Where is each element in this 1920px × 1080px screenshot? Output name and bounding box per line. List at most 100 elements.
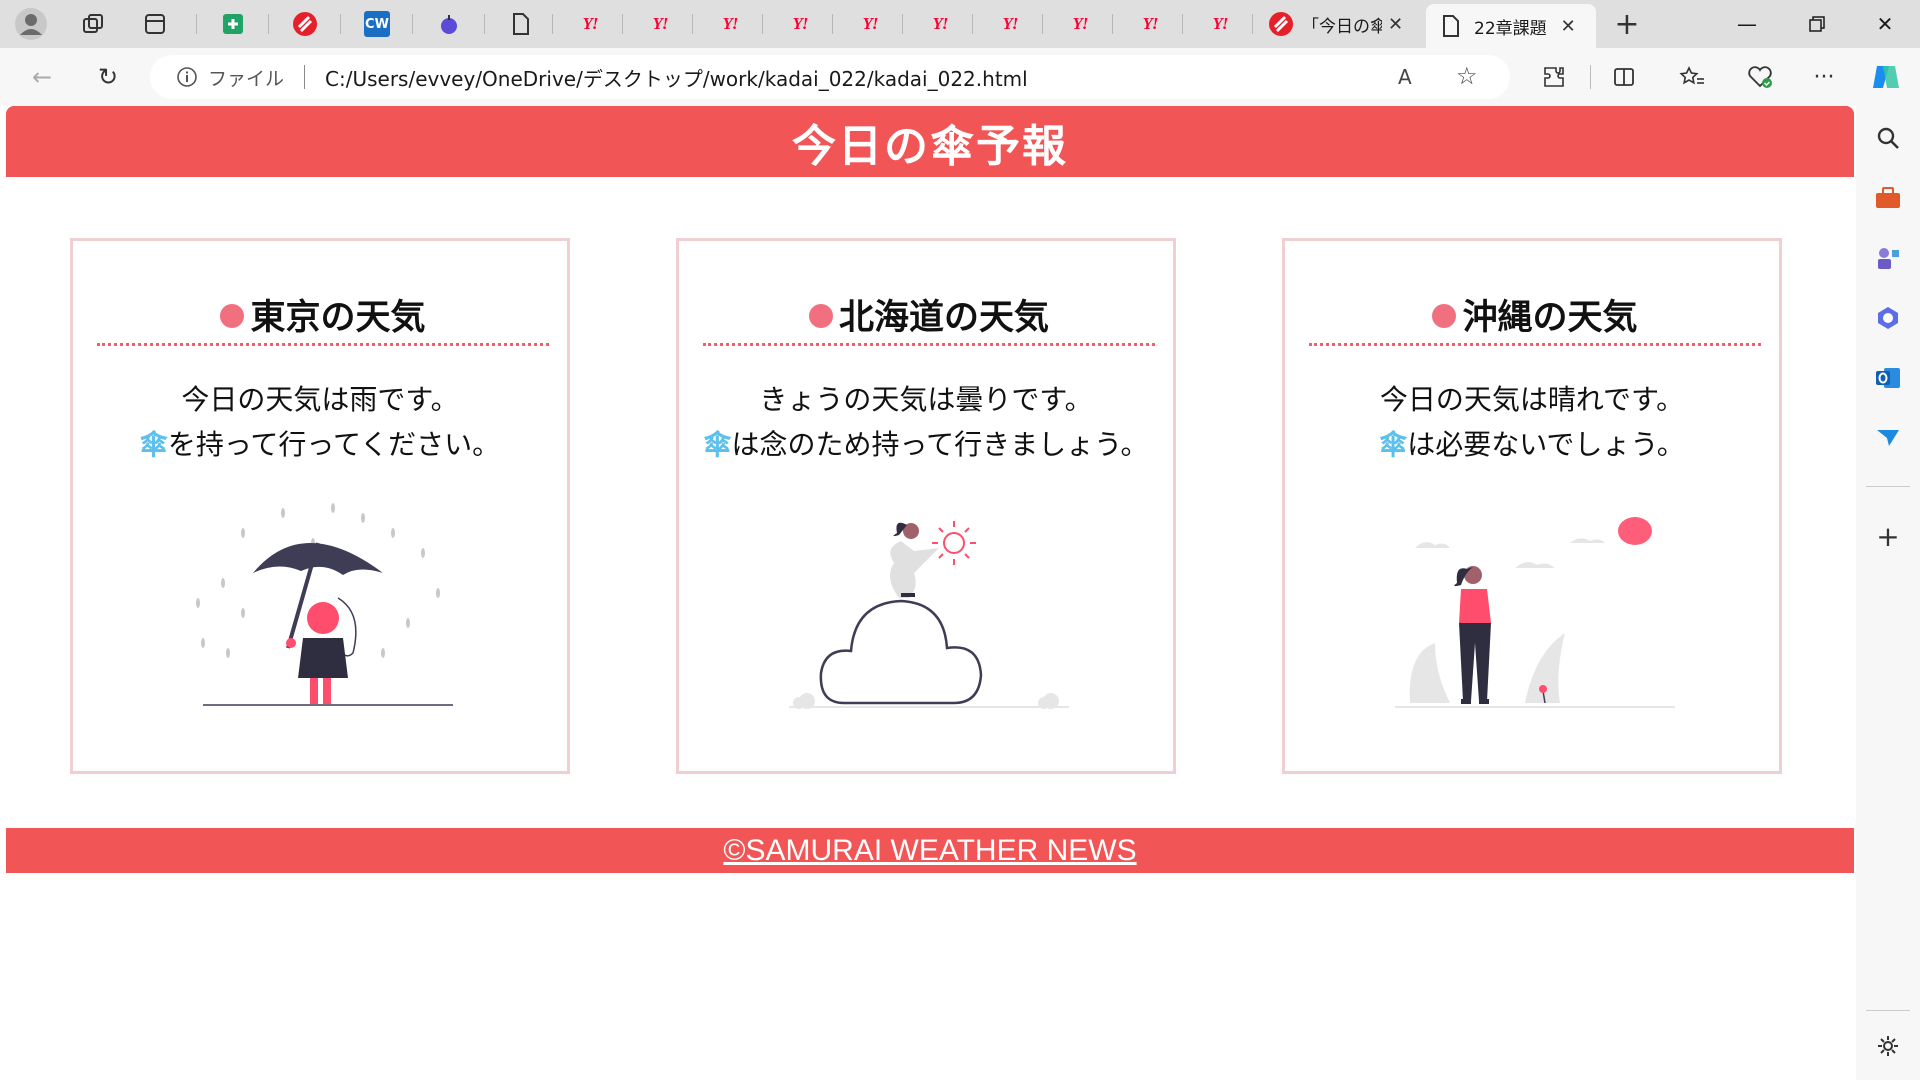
apple-icon <box>441 15 457 34</box>
umbrella-advice: は念のため持って行きましょう。 <box>731 428 1149 461</box>
tab-yahoo[interactable]: Y! <box>840 4 900 44</box>
favorite-star-icon[interactable]: ☆ <box>1456 62 1478 90</box>
umbrella-line: 傘は念のため持って行きましょう。 <box>679 422 1173 467</box>
footer-copyright-link[interactable]: ©SAMURAI WEATHER NEWS <box>723 834 1136 868</box>
tools-icon[interactable] <box>1872 182 1904 214</box>
tab-yahoo[interactable]: Y! <box>700 4 760 44</box>
new-tab-icon[interactable]: + <box>1608 5 1646 43</box>
tab-title: 「今日の傘 <box>1302 16 1382 37</box>
file-icon <box>1443 15 1459 37</box>
tab-yahoo[interactable]: Y! <box>1120 4 1180 44</box>
sheets-icon <box>223 14 243 34</box>
send-icon[interactable] <box>1872 422 1904 454</box>
favorites-icon[interactable] <box>1672 57 1712 97</box>
dotted-divider <box>703 343 1155 346</box>
url-scheme-label: ファイル <box>208 67 285 90</box>
dotted-divider <box>97 343 549 346</box>
tab-active[interactable]: 22章課題 ✕ <box>1426 4 1596 48</box>
edge-sidebar: + <box>1856 106 1920 1080</box>
outlook-icon[interactable] <box>1872 362 1904 394</box>
tab-file[interactable] <box>492 4 550 44</box>
sidebar-settings-icon[interactable] <box>1872 1030 1904 1062</box>
umbrella-word: 傘 <box>703 428 732 461</box>
tab-actions-icon[interactable] <box>136 5 174 43</box>
url-text[interactable]: C:/Users/evvey/OneDrive/デスクトップ/work/kada… <box>325 63 1028 92</box>
umbrella-word: 傘 <box>1379 428 1408 461</box>
read-aloud-icon[interactable]: A <box>1398 65 1412 89</box>
refresh-icon[interactable]: ↻ <box>88 57 128 97</box>
umbrella-advice: は必要ないでしょう。 <box>1407 428 1685 461</box>
web-page: 今日の傘予報 東京の天気 今日の天気は雨です。 傘を持って行ってください。 北海… <box>6 106 1854 1076</box>
weather-card-okinawa: 沖縄の天気 今日の天気は晴れです。 傘は必要ないでしょう。 <box>1282 238 1782 774</box>
card-title-text: 沖縄の天気 <box>1462 298 1638 338</box>
bullet-dot-icon <box>220 304 245 328</box>
sunny-illustration <box>1395 517 1675 708</box>
info-icon[interactable] <box>176 66 198 88</box>
browser-essentials-icon[interactable] <box>1740 57 1780 97</box>
restore-icon[interactable] <box>1782 0 1852 48</box>
weather-line: 今日の天気は雨です。 <box>181 383 459 416</box>
tab-yahoo[interactable]: Y! <box>560 4 620 44</box>
bullet-dot-icon <box>1432 304 1457 328</box>
games-icon[interactable] <box>1872 242 1904 274</box>
weather-line: 今日の天気は晴れです。 <box>1379 383 1685 416</box>
close-window-icon[interactable]: ✕ <box>1850 0 1920 48</box>
active-tab-title: 22章課題 <box>1474 18 1547 39</box>
yahoo-icon: Y! <box>1002 14 1019 33</box>
samurai-logo-icon <box>293 12 317 36</box>
tab-yahoo[interactable]: Y! <box>1050 4 1110 44</box>
tab-bar: CW Y! Y! Y! Y! Y! Y! Y! Y! Y! Y! 「今日の傘 ✕… <box>0 0 1920 48</box>
settings-more-icon[interactable]: ··· <box>1804 57 1844 97</box>
crowdworks-icon: CW <box>364 11 390 37</box>
yahoo-icon: Y! <box>582 14 599 33</box>
weather-card-hokkaido: 北海道の天気 きょうの天気は曇りです。 傘は念のため持って行きましょう。 <box>676 238 1176 774</box>
tab-crowdworks[interactable]: CW <box>348 4 406 44</box>
page-footer: ©SAMURAI WEATHER NEWS <box>6 828 1854 873</box>
rain-umbrella-illustration <box>196 503 453 706</box>
card-message: 今日の天気は雨です。 傘を持って行ってください。 <box>73 377 567 467</box>
yahoo-icon: Y! <box>652 14 669 33</box>
yahoo-icon: Y! <box>722 14 739 33</box>
close-tab-icon[interactable]: ✕ <box>1561 16 1576 37</box>
tab-sheets[interactable] <box>204 4 262 44</box>
file-icon <box>513 13 529 35</box>
tab-yahoo[interactable]: Y! <box>770 4 830 44</box>
tab-yahoo[interactable]: Y! <box>630 4 690 44</box>
yahoo-icon: Y! <box>932 14 949 33</box>
split-screen-icon[interactable] <box>1604 57 1644 97</box>
tab-yahoo[interactable]: Y! <box>980 4 1040 44</box>
page-title: 今日の傘予報 <box>792 120 1068 172</box>
minimize-icon[interactable]: — <box>1712 0 1782 48</box>
workspaces-icon[interactable] <box>74 5 112 43</box>
tab-apple[interactable] <box>420 4 478 44</box>
tab-samurai[interactable] <box>276 4 334 44</box>
extensions-icon[interactable] <box>1534 57 1574 97</box>
card-message: 今日の天気は晴れです。 傘は必要ないでしょう。 <box>1285 377 1779 467</box>
bullet-dot-icon <box>808 304 833 328</box>
close-tab-icon[interactable]: ✕ <box>1388 14 1403 35</box>
address-bar: ← ↻ ファイル C:/Users/evvey/OneDrive/デスクトップ/… <box>0 48 1920 106</box>
umbrella-word: 傘 <box>139 428 168 461</box>
back-icon[interactable]: ← <box>22 57 62 97</box>
add-sidebar-app-icon[interactable]: + <box>1872 520 1904 553</box>
weather-card-tokyo: 東京の天気 今日の天気は雨です。 傘を持って行ってください。 <box>70 238 570 774</box>
tab-yahoo[interactable]: Y! <box>910 4 970 44</box>
card-title-text: 北海道の天気 <box>838 298 1049 338</box>
card-title: 沖縄の天気 <box>1309 289 1761 340</box>
tab-yahoo[interactable]: Y! <box>1190 4 1250 44</box>
yahoo-icon: Y! <box>862 14 879 33</box>
yahoo-icon: Y! <box>1072 14 1089 33</box>
umbrella-line: 傘を持って行ってください。 <box>73 422 567 467</box>
profile-icon[interactable] <box>12 5 50 43</box>
yahoo-icon: Y! <box>1142 14 1159 33</box>
weather-line: きょうの天気は曇りです。 <box>759 383 1093 416</box>
copilot-icon[interactable] <box>1866 57 1906 97</box>
url-box[interactable]: ファイル C:/Users/evvey/OneDrive/デスクトップ/work… <box>150 55 1510 99</box>
microsoft365-icon[interactable] <box>1872 302 1904 334</box>
card-title-text: 東京の天気 <box>250 298 426 338</box>
tab-samurai-page[interactable]: 「今日の傘 ✕ <box>1262 4 1422 44</box>
yahoo-icon: Y! <box>792 14 809 33</box>
search-icon[interactable] <box>1872 122 1904 154</box>
cloud-illustration <box>789 521 1069 709</box>
samurai-logo-icon <box>1269 12 1293 36</box>
